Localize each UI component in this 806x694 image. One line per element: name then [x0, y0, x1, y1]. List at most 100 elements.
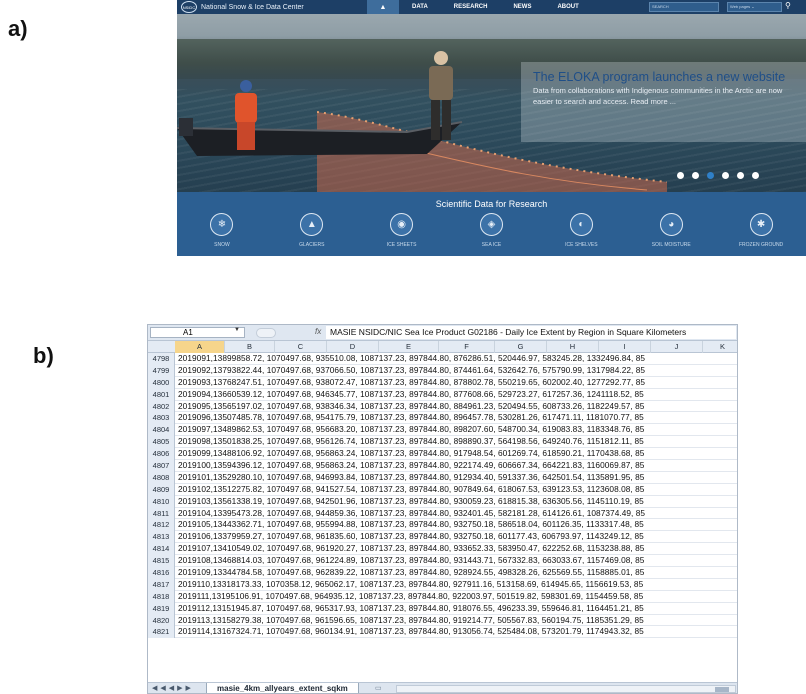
row-number[interactable]: 4813 — [148, 531, 175, 544]
row-number[interactable]: 4808 — [148, 471, 175, 484]
row-cell-text[interactable]: 2019114,13167324.71, 1070497.68, 960134.… — [178, 626, 644, 638]
table-row[interactable]: 4808 2019101,13529280.10, 1070497.68, 946… — [148, 471, 737, 484]
row-cell-text[interactable]: 2019108,13468814.03, 1070497.68, 961224.… — [178, 555, 644, 567]
row-number[interactable]: 4820 — [148, 614, 175, 627]
column-header-c[interactable]: C — [275, 341, 327, 353]
formula-bar-splitter[interactable] — [256, 328, 276, 338]
column-header-a[interactable]: A — [175, 341, 225, 353]
table-row[interactable]: 4806 2019099,13488106.92, 1070497.68, 956… — [148, 448, 737, 461]
category-glaciers[interactable]: ▲ GLACIERS — [267, 213, 357, 248]
table-row[interactable]: 4814 2019107,13410549.02, 1070497.68, 961… — [148, 543, 737, 556]
table-row[interactable]: 4816 2019109,13344784.58, 1070497.68, 962… — [148, 567, 737, 579]
column-header-g[interactable]: G — [495, 341, 547, 353]
row-number[interactable]: 4809 — [148, 483, 175, 496]
carousel-dot-active[interactable] — [707, 172, 714, 179]
nav-news[interactable]: NEWS — [500, 0, 544, 14]
table-row[interactable]: 4800 2019093,13768247.51, 1070497.68, 938… — [148, 376, 737, 389]
sheet-nav-arrows-icon[interactable]: ◀◀◀▶▶ — [152, 684, 194, 692]
row-cell-text[interactable]: 2019098,13501838.25, 1070497.68, 956126.… — [178, 436, 644, 448]
column-header-e[interactable]: E — [379, 341, 439, 353]
carousel-dot[interactable] — [752, 172, 759, 179]
table-row[interactable]: 4802 2019095,13565197.02, 1070497.68, 938… — [148, 400, 737, 413]
row-cell-text[interactable]: 2019091,13899858.72, 1070497.68, 935510.… — [178, 353, 645, 365]
row-cell-text[interactable]: 2019097,13489862.53, 1070497.68, 956683.… — [178, 424, 644, 436]
carousel-dot[interactable] — [722, 172, 729, 179]
column-header-i[interactable]: I — [599, 341, 651, 353]
table-row[interactable]: 4811 2019104,13395473.28, 1070497.68, 944… — [148, 507, 737, 520]
row-number[interactable]: 4814 — [148, 543, 175, 556]
row-cell-text[interactable]: 2019111,13195106.91, 1070497.68, 964935.… — [178, 591, 643, 603]
row-cell-text[interactable]: 2019092,13793822.44, 1070497.68, 937066.… — [178, 365, 645, 377]
home-icon[interactable]: ▲ — [367, 0, 399, 14]
row-number[interactable]: 4819 — [148, 602, 175, 615]
row-cell-text[interactable]: 2019110,13318173.33, 1070358.12, 965062.… — [178, 579, 643, 591]
row-cell-text[interactable]: 2019113,13158279.38, 1070497.68, 961596.… — [178, 615, 644, 627]
row-cell-text[interactable]: 2019105,13443362.71, 1070497.68, 955994.… — [178, 519, 644, 531]
row-number[interactable]: 4801 — [148, 388, 175, 401]
nav-data[interactable]: DATA — [399, 0, 441, 14]
table-row[interactable]: 4813 2019106,13379959.27, 1070497.68, 961… — [148, 531, 737, 544]
carousel-dot[interactable] — [737, 172, 744, 179]
row-cell-text[interactable]: 2019094,13660539.12, 1070497.68, 946345.… — [178, 389, 644, 401]
row-number[interactable]: 4806 — [148, 448, 175, 461]
site-org-name[interactable]: National Snow & Ice Data Center — [201, 4, 367, 11]
row-cell-text[interactable]: 2019100,13594396.12, 1070497.68, 956863.… — [178, 460, 644, 472]
nsidc-logo[interactable]: NSIDC — [181, 1, 197, 13]
column-header-j[interactable]: J — [651, 341, 703, 353]
table-row[interactable]: 4817 2019110,13318173.33, 1070358.12, 965… — [148, 578, 737, 591]
row-number[interactable]: 4821 — [148, 626, 175, 639]
column-header-d[interactable]: D — [327, 341, 379, 353]
table-row[interactable]: 4807 2019100,13594396.12, 1070497.68, 956… — [148, 460, 737, 472]
category-ice-shelves[interactable]: ◐ ICE SHELVES — [536, 213, 626, 248]
row-number[interactable]: 4810 — [148, 495, 175, 508]
row-cell-text[interactable]: 2019103,13561338.19, 1070497.68, 942501.… — [178, 496, 644, 508]
row-number[interactable]: 4818 — [148, 590, 175, 603]
table-row[interactable]: 4812 2019105,13443362.71, 1070497.68, 955… — [148, 519, 737, 532]
table-row[interactable]: 4805 2019098,13501838.25, 1070497.68, 956… — [148, 436, 737, 449]
scrollbar-thumb[interactable] — [715, 687, 729, 692]
row-number[interactable]: 4817 — [148, 578, 175, 591]
row-cell-text[interactable]: 2019112,13151945.87, 1070497.68, 965317.… — [178, 603, 644, 615]
column-header-f[interactable]: F — [439, 341, 495, 353]
row-number[interactable]: 4800 — [148, 376, 175, 389]
row-number[interactable]: 4799 — [148, 364, 175, 377]
row-cell-text[interactable]: 2019104,13395473.28, 1070497.68, 944859.… — [178, 508, 645, 520]
hero-carousel-image[interactable]: The ELOKA program launches a new website… — [177, 14, 806, 192]
category-frozen-ground[interactable]: ✱ FROZEN GROUND — [716, 213, 806, 248]
table-row[interactable]: 4819 2019112,13151945.87, 1070497.68, 965… — [148, 602, 737, 615]
hero-headline[interactable]: The ELOKA program launches a new website — [533, 70, 803, 84]
carousel-dot[interactable] — [677, 172, 684, 179]
name-box[interactable]: A1 — [150, 327, 245, 338]
row-number[interactable]: 4811 — [148, 507, 175, 520]
row-number[interactable]: 4804 — [148, 424, 175, 437]
table-row[interactable]: 4798 2019091,13899858.72, 1070497.68, 935… — [148, 353, 737, 365]
row-number[interactable]: 4803 — [148, 412, 175, 425]
row-cell-text[interactable]: 2019109,13344784.58, 1070497.68, 962839.… — [178, 567, 644, 579]
category-soil-moisture[interactable]: ◕ SOIL MOISTURE — [626, 213, 716, 248]
carousel-dot[interactable] — [692, 172, 699, 179]
row-cell-text[interactable]: 2019099,13488106.92, 1070497.68, 956863.… — [178, 448, 644, 460]
horizontal-scrollbar[interactable] — [396, 685, 736, 693]
nav-about[interactable]: ABOUT — [544, 0, 591, 14]
row-number[interactable]: 4805 — [148, 436, 175, 449]
chevron-down-icon[interactable]: ▼ — [234, 327, 240, 333]
site-search-scope-select[interactable]: Web pages ⌄ — [727, 2, 782, 12]
table-row[interactable]: 4801 2019094,13660539.12, 1070497.68, 946… — [148, 388, 737, 401]
column-header-h[interactable]: H — [547, 341, 599, 353]
table-row[interactable]: 4818 2019111,13195106.91, 1070497.68, 964… — [148, 590, 737, 603]
table-row[interactable]: 4803 2019096,13507485.78, 1070497.68, 954… — [148, 412, 737, 425]
formula-input[interactable]: MASIE NSIDC/NIC Sea Ice Product G02186 -… — [326, 326, 736, 339]
table-row[interactable]: 4820 2019113,13158279.38, 1070497.68, 961… — [148, 614, 737, 627]
table-row[interactable]: 4815 2019108,13468814.03, 1070497.68, 961… — [148, 555, 737, 568]
row-number[interactable]: 4798 — [148, 353, 175, 365]
nav-research[interactable]: RESEARCH — [441, 0, 501, 14]
row-cell-text[interactable]: 2019106,13379959.27, 1070497.68, 961835.… — [178, 531, 644, 543]
row-number[interactable]: 4802 — [148, 400, 175, 413]
category-ice-sheets[interactable]: ◉ ICE SHEETS — [357, 213, 447, 248]
row-number[interactable]: 4815 — [148, 555, 175, 568]
function-icon[interactable]: fx — [315, 327, 321, 336]
table-row[interactable]: 4810 2019103,13561338.19, 1070497.68, 942… — [148, 495, 737, 508]
row-number[interactable]: 4812 — [148, 519, 175, 532]
category-sea-ice[interactable]: ◈ SEA ICE — [447, 213, 537, 248]
row-cell-text[interactable]: 2019102,13512275.82, 1070497.68, 941527.… — [178, 484, 644, 496]
